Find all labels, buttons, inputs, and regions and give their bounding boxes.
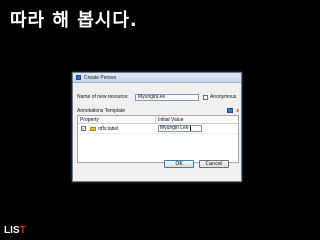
annotations-header: Annotations Template x: [77, 107, 239, 114]
remove-annotation-icon[interactable]: x: [236, 108, 239, 114]
annotations-label: Annotations Template: [77, 107, 125, 114]
slide-title: 따라 해 봅시다.: [10, 10, 138, 31]
property-cell: ✓ rdfs:label: [78, 124, 156, 133]
value-cell: Myungin Lee: [156, 124, 238, 133]
anonymous-checkbox[interactable]: [203, 94, 208, 100]
anonymous-label: Anonymous: [210, 94, 237, 100]
logo-accent: T: [19, 224, 26, 236]
column-header-property[interactable]: Property: [78, 116, 156, 123]
annotations-tools: x: [227, 108, 239, 114]
text-caret: [189, 126, 191, 131]
app-icon: [76, 75, 81, 80]
column-header-initial-value[interactable]: Initial Value: [156, 117, 238, 123]
initial-value-input[interactable]: Myungin Lee: [158, 125, 202, 132]
annotations-table: Property Initial Value ✓ rdfs:label Myun…: [77, 115, 239, 163]
name-input[interactable]: MyunginLee: [135, 93, 199, 101]
name-label: Name of new resource:: [77, 94, 129, 100]
name-row: Name of new resource: MyunginLee Anonymo…: [77, 93, 239, 101]
logo-text: LIS: [4, 224, 20, 236]
ok-button[interactable]: OK: [164, 160, 194, 168]
cancel-button[interactable]: Cancel: [199, 160, 229, 168]
lisst-logo: LIS T: [4, 224, 26, 236]
dialog-title: Create Person: [84, 74, 117, 81]
folder-icon: [90, 126, 96, 131]
property-name: rdfs:label: [98, 125, 119, 132]
initial-value-text: Myungin Lee: [160, 125, 189, 131]
anonymous-option[interactable]: Anonymous: [203, 94, 236, 100]
dialog-titlebar[interactable]: Create Person: [73, 73, 241, 83]
table-row[interactable]: ✓ rdfs:label Myungin Lee: [78, 124, 238, 134]
checkbox-icon[interactable]: ✓: [81, 126, 86, 131]
table-header: Property Initial Value: [78, 116, 238, 124]
add-annotation-icon[interactable]: [227, 108, 234, 113]
